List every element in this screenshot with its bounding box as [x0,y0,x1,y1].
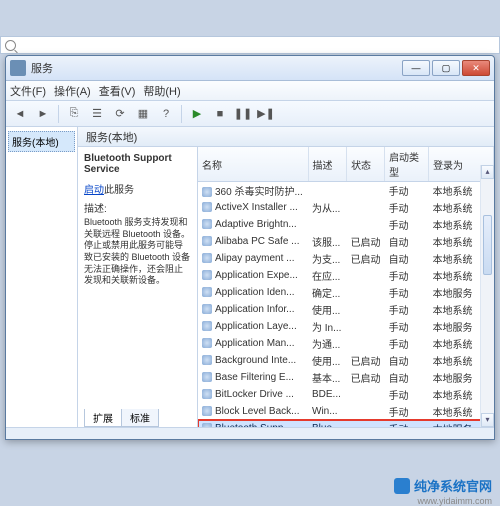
help-icon[interactable]: ? [156,104,176,124]
service-icon [202,338,212,348]
refresh-icon[interactable]: ⟳ [110,104,130,124]
table-row[interactable]: Background Inte...使用...已启动自动本地系统 [198,352,494,369]
minimize-button[interactable]: — [402,60,430,76]
start-service-link[interactable]: 启动此服务 [84,181,191,196]
service-icon [202,270,212,280]
selected-service-name: Bluetooth Support Service [84,153,191,175]
tree-pane: 服务(本地) [6,127,78,427]
stop-icon[interactable]: ■ [210,104,230,124]
close-button[interactable]: ✕ [462,60,490,76]
service-list: 名称 描述 状态 启动类型 登录为 360 杀毒实时防护...手动本地系统Act… [198,147,494,427]
description-text: Bluetooth 服务支持发现和关联远程 Bluetooth 设备。停止或禁用… [84,217,191,287]
table-row[interactable]: Application Expe...在应...手动本地系统 [198,267,494,284]
fwd-icon[interactable]: ► [33,104,53,124]
description-label: 描述: [84,200,191,215]
service-icon [202,253,212,263]
table-row[interactable]: Application Iden...确定...手动本地服务 [198,284,494,301]
service-icon [202,219,212,229]
service-icon [202,355,212,365]
col-status[interactable]: 状态 [347,147,385,182]
table-row[interactable]: Application Man...为通...手动本地系统 [198,335,494,352]
watermark-url: www.yidaimm.com [417,496,492,506]
menu-view[interactable]: 查看(V) [99,83,136,99]
export-icon[interactable]: ▦ [133,104,153,124]
tree-node-services-local[interactable]: 服务(本地) [8,131,75,152]
menu-help[interactable]: 帮助(H) [143,83,180,99]
os-search-bar[interactable] [0,36,500,54]
table-row[interactable]: Adaptive Brightn...手动本地系统 [198,216,494,233]
menu-action[interactable]: 操作(A) [54,83,91,99]
scroll-up-icon[interactable]: ▴ [481,165,494,179]
window-title: 服务 [31,60,402,76]
table-row[interactable]: Application Infor...使用...手动本地系统 [198,301,494,318]
table-row[interactable]: Block Level Back...Win...手动本地系统 [198,403,494,420]
table-row[interactable]: Alipay payment ...为支...已启动自动本地系统 [198,250,494,267]
service-icon [202,236,212,246]
separator [58,105,59,123]
status-bar [6,427,494,439]
service-icon [202,389,212,399]
search-icon [5,40,16,51]
restart-icon[interactable]: ▶❚ [256,104,276,124]
maximize-button[interactable]: ▢ [432,60,460,76]
table-row[interactable]: Base Filtering E...基本...已启动自动本地服务 [198,369,494,386]
service-icon [202,321,212,331]
tab-extended[interactable]: 扩展 [84,409,122,427]
table-row[interactable]: 360 杀毒实时防护...手动本地系统 [198,182,494,200]
play-icon[interactable]: ▶ [187,104,207,124]
app-icon [10,60,26,76]
toolbar: ◄ ► ⎘ ☰ ⟳ ▦ ? ▶ ■ ❚❚ ▶❚ [6,101,494,127]
menu-bar: 文件(F) 操作(A) 查看(V) 帮助(H) [6,81,494,101]
table-row[interactable]: Alibaba PC Safe ...该服...已启动自动本地系统 [198,233,494,250]
services-window: 服务 — ▢ ✕ 文件(F) 操作(A) 查看(V) 帮助(H) ◄ ► ⎘ ☰… [5,55,495,440]
table-row[interactable]: Application Laye...为 In...手动本地服务 [198,318,494,335]
watermark-brand: 纯净系统官网 [414,476,492,495]
watermark: 纯净系统官网 www.yidaimm.com [394,476,492,495]
back-icon[interactable]: ◄ [10,104,30,124]
table-row[interactable]: BitLocker Drive ...BDE...手动本地系统 [198,386,494,403]
col-desc[interactable]: 描述 [308,147,347,182]
content-pane: 服务(本地) Bluetooth Support Service 启动此服务 描… [78,127,494,427]
table-row[interactable]: ActiveX Installer ...为从...手动本地系统 [198,199,494,216]
service-icon [202,304,212,314]
service-icon [202,287,212,297]
scroll-thumb[interactable] [483,215,492,275]
watermark-logo-icon [394,478,410,494]
tab-standard[interactable]: 标准 [121,409,159,427]
detail-pane: Bluetooth Support Service 启动此服务 描述: Blue… [78,147,198,427]
separator [181,105,182,123]
vertical-scrollbar[interactable]: ▴ ▾ [480,165,494,427]
service-icon [202,372,212,382]
content-header: 服务(本地) [78,127,494,147]
service-icon [202,406,212,416]
scroll-down-icon[interactable]: ▾ [481,413,494,427]
view-tabs: 扩展 标准 [84,409,158,427]
service-icon [202,187,212,197]
pause-icon[interactable]: ❚❚ [233,104,253,124]
menu-file[interactable]: 文件(F) [10,83,46,99]
up-icon[interactable]: ⎘ [64,104,84,124]
props-icon[interactable]: ☰ [87,104,107,124]
service-icon [202,202,212,212]
col-name[interactable]: 名称 [198,147,308,182]
table-row[interactable]: Bluetooth Supp...Blue...手动本地服务 [198,420,494,427]
title-bar[interactable]: 服务 — ▢ ✕ [6,56,494,81]
col-startup[interactable]: 启动类型 [385,147,429,182]
